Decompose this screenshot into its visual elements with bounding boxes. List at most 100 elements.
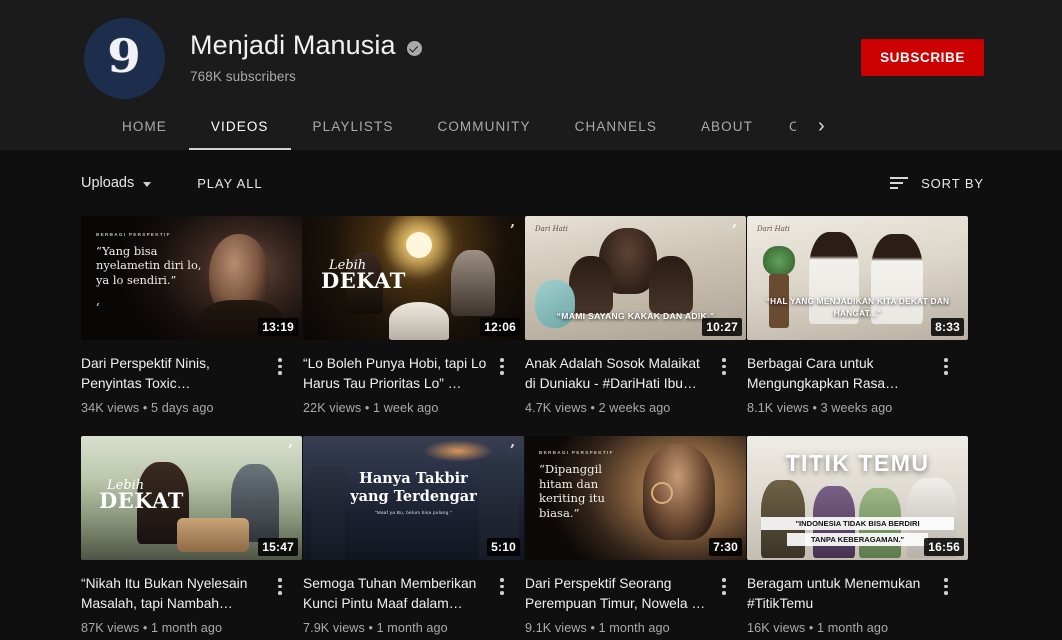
video-info: Dari Perspektif Seorang Perempuan Timur,… bbox=[525, 560, 736, 635]
thumbnail-quote: “Yang bisa nyelametin diri lo, ya lo sen… bbox=[96, 244, 202, 287]
chevron-right-icon[interactable]: › bbox=[818, 116, 825, 136]
video-title[interactable]: Anak Adalah Sosok Malaikat di Duniaku - … bbox=[525, 354, 712, 393]
thumbnail-caption-line2: TANPA KEBERAGAMAN." bbox=[787, 533, 928, 547]
brand-comma-icon: ’ bbox=[509, 441, 515, 460]
chevron-down-icon bbox=[143, 181, 152, 187]
sort-lines-icon bbox=[890, 177, 909, 189]
kebab-menu-icon[interactable] bbox=[712, 574, 736, 635]
subscriber-count: 768K subscribers bbox=[190, 68, 296, 84]
video-card: Lebih DEKAT ’ 12:06 “Lo Boleh Punya Hobi… bbox=[303, 216, 524, 415]
video-info-text: “Lo Boleh Punya Hobi, tapi Lo Harus Tau … bbox=[303, 354, 490, 415]
video-thumbnail[interactable]: Dari Hati “MAMI SAYANG KAKAK DAN ADIK.” … bbox=[525, 216, 746, 340]
video-thumbnail[interactable]: Lebih DEKAT ’ 12:06 bbox=[303, 216, 524, 340]
video-thumbnail[interactable]: Lebih DEKAT ’ 15:47 bbox=[81, 436, 302, 561]
brand-comma-icon: ’ bbox=[731, 221, 737, 239]
video-duration: 15:47 bbox=[258, 538, 298, 557]
video-duration: 16:56 bbox=[924, 538, 964, 557]
video-title[interactable]: Semoga Tuhan Memberikan Kunci Pintu Maaf… bbox=[303, 574, 490, 613]
video-card: BERBAGI PERSPEKTIF “Dipanggil hitam dan … bbox=[525, 436, 746, 635]
video-card: TITIK TEMU "INDONESIA TIDAK BISA BERDIRI… bbox=[747, 436, 968, 635]
video-info: Anak Adalah Sosok Malaikat di Duniaku - … bbox=[525, 340, 736, 415]
kebab-menu-icon[interactable] bbox=[934, 354, 958, 415]
verified-badge-icon bbox=[406, 40, 422, 56]
video-info: Berbagai Cara untuk Mengungkapkan Rasa… … bbox=[747, 340, 958, 415]
video-duration: 10:27 bbox=[702, 318, 742, 336]
video-metadata: 16K views • 1 month ago bbox=[747, 621, 889, 636]
play-all-button[interactable]: PLAY ALL bbox=[197, 176, 262, 191]
kebab-menu-icon[interactable] bbox=[268, 354, 292, 415]
tab-videos[interactable]: VIDEOS bbox=[188, 102, 291, 150]
kebab-menu-icon[interactable] bbox=[490, 574, 514, 635]
video-info: “Nikah Itu Bukan Nyelesain Masalah, tapi… bbox=[81, 560, 292, 635]
kebab-menu-icon[interactable] bbox=[712, 354, 736, 415]
video-duration: 5:10 bbox=[487, 538, 520, 557]
video-grid-row-2: Lebih DEKAT ’ 15:47 “Nikah Itu Bukan Nye… bbox=[0, 436, 1062, 635]
tab-playlists[interactable]: PLAYLISTS bbox=[291, 102, 416, 150]
subscribe-button[interactable]: SUBSCRIBE bbox=[861, 39, 984, 76]
video-card: BERBAGI PERSPEKTIF “Yang bisa nyelametin… bbox=[81, 216, 302, 415]
video-metadata: 87K views • 1 month ago bbox=[81, 621, 223, 636]
tab-home[interactable]: HOME bbox=[100, 102, 189, 150]
avatar-comma-icon: 9 bbox=[107, 28, 142, 83]
video-info-text: “Nikah Itu Bukan Nyelesain Masalah, tapi… bbox=[81, 574, 268, 635]
thumbnail-headline: TITIK TEMU bbox=[785, 450, 930, 477]
video-duration: 13:19 bbox=[258, 318, 298, 336]
video-info-text: Dari Perspektif Ninis, Penyintas Toxic… … bbox=[81, 354, 268, 415]
thumbnail-subtext: "Maaf ya Bu, belum bisa pulang." bbox=[374, 510, 453, 516]
video-title[interactable]: “Nikah Itu Bukan Nyelesain Masalah, tapi… bbox=[81, 574, 268, 613]
video-metadata: 4.7K views • 2 weeks ago bbox=[525, 401, 671, 416]
video-title[interactable]: Dari Perspektif Seorang Perempuan Timur,… bbox=[525, 574, 712, 613]
channel-header: 9 Menjadi Manusia 768K subscribers SUBSC… bbox=[0, 0, 1062, 150]
video-info-text: Berbagai Cara untuk Mengungkapkan Rasa… … bbox=[747, 354, 934, 415]
video-info: “Lo Boleh Punya Hobi, tapi Lo Harus Tau … bbox=[303, 340, 514, 415]
thumbnail-eyebrow: BERBAGI PERSPEKTIF bbox=[96, 232, 171, 237]
tab-community[interactable]: COMMUNITY bbox=[415, 102, 552, 150]
video-thumbnail[interactable]: TITIK TEMU "INDONESIA TIDAK BISA BERDIRI… bbox=[747, 436, 968, 561]
kebab-menu-icon[interactable] bbox=[268, 574, 292, 635]
thumbnail-headline-line1: Hanya Takbir bbox=[359, 470, 468, 488]
video-info-text: Anak Adalah Sosok Malaikat di Duniaku - … bbox=[525, 354, 712, 415]
video-thumbnail[interactable]: BERBAGI PERSPEKTIF “Yang bisa nyelametin… bbox=[81, 216, 302, 340]
brand-comma-icon: ’ bbox=[287, 441, 293, 460]
video-card: Dari Hati “MAMI SAYANG KAKAK DAN ADIK.” … bbox=[525, 216, 746, 415]
videos-filter-bar: Uploads PLAY ALL SORT BY bbox=[0, 150, 1062, 216]
brand-comma-icon: ’ bbox=[509, 221, 515, 239]
sort-by-label: SORT BY bbox=[921, 175, 984, 191]
tab-about[interactable]: ABOUT bbox=[679, 102, 775, 150]
channel-avatar[interactable]: 9 bbox=[84, 18, 165, 99]
channel-tab-bar: HOME VIDEOS PLAYLISTS COMMUNITY CHANNELS… bbox=[0, 102, 1062, 150]
channel-title-row: Menjadi Manusia bbox=[190, 30, 422, 61]
video-duration: 8:33 bbox=[931, 318, 964, 336]
video-info-text: Dari Perspektif Seorang Perempuan Timur,… bbox=[525, 574, 712, 635]
video-metadata: 9.1K views • 1 month ago bbox=[525, 621, 670, 636]
thumbnail-main-title: DEKAT bbox=[99, 488, 184, 514]
video-metadata: 22K views • 1 week ago bbox=[303, 401, 439, 416]
video-title[interactable]: Beragam untuk Menemukan #TitikTemu bbox=[747, 574, 934, 613]
kebab-menu-icon[interactable] bbox=[934, 574, 958, 635]
video-title[interactable]: Berbagai Cara untuk Mengungkapkan Rasa… bbox=[747, 354, 934, 393]
kebab-menu-icon[interactable] bbox=[490, 354, 514, 415]
uploads-dropdown-label: Uploads bbox=[81, 175, 135, 191]
video-thumbnail[interactable]: Dari Hati “HAL YANG MENJADIKAN KITA DEKA… bbox=[747, 216, 968, 340]
video-metadata: 8.1K views • 3 weeks ago bbox=[747, 401, 893, 416]
thumbnail-corner-brand: Dari Hati bbox=[535, 225, 568, 233]
tab-clipped-label[interactable]: C bbox=[789, 119, 796, 134]
tab-channels[interactable]: CHANNELS bbox=[553, 102, 679, 150]
uploads-dropdown[interactable]: Uploads bbox=[81, 175, 152, 191]
thumbnail-eyebrow: BERBAGI PERSPEKTIF bbox=[539, 450, 614, 456]
thumbnail-caption-line1: "INDONESIA TIDAK BISA BERDIRI bbox=[761, 517, 954, 531]
channel-name: Menjadi Manusia bbox=[190, 30, 396, 60]
video-title[interactable]: Dari Perspektif Ninis, Penyintas Toxic… bbox=[81, 354, 268, 393]
thumbnail-caption: “HAL YANG MENJADIKAN KITA DEKAT DAN HANG… bbox=[765, 297, 950, 319]
video-thumbnail[interactable]: BERBAGI PERSPEKTIF “Dipanggil hitam dan … bbox=[525, 436, 746, 561]
video-title[interactable]: “Lo Boleh Punya Hobi, tapi Lo Harus Tau … bbox=[303, 354, 490, 393]
video-duration: 12:06 bbox=[480, 318, 520, 336]
video-info-text: Beragam untuk Menemukan #TitikTemu 16K v… bbox=[747, 574, 934, 635]
video-grid-row-1: BERBAGI PERSPEKTIF “Yang bisa nyelametin… bbox=[0, 216, 1062, 415]
thumbnail-quote: “Dipanggil hitam dan keriting itu biasa.… bbox=[539, 462, 605, 520]
video-duration: 7:30 bbox=[709, 538, 742, 557]
video-thumbnail[interactable]: Hanya Takbir yang Terdengar "Maaf ya Bu,… bbox=[303, 436, 524, 561]
thumbnail-corner-brand: Dari Hati bbox=[757, 225, 790, 233]
sort-by-button[interactable]: SORT BY bbox=[890, 176, 984, 191]
thumbnail-main-title: DEKAT bbox=[321, 268, 406, 293]
